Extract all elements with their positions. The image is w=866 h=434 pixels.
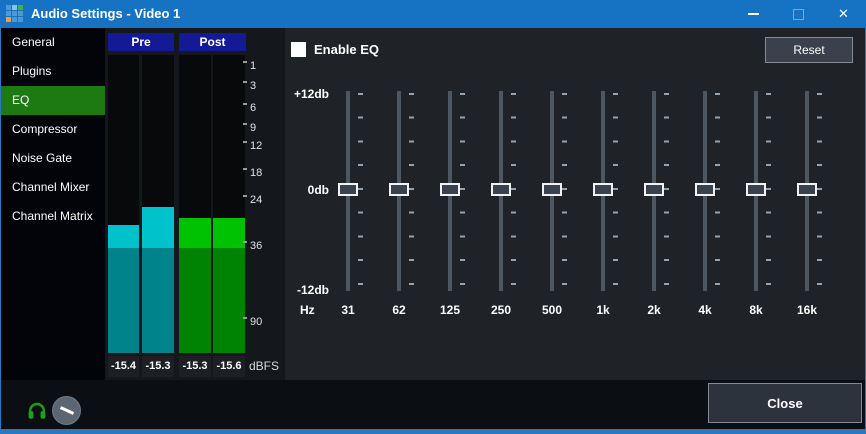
eq-gain-zero-label: 0db	[285, 183, 329, 197]
eq-slider-handle[interactable]	[746, 183, 766, 196]
eq-freq-label: 16k	[792, 303, 822, 317]
footer: Close	[1, 380, 865, 429]
eq-band-slider-16k	[795, 28, 825, 328]
pre-meter-header: Pre	[108, 33, 174, 51]
eq-slider-ticks	[460, 93, 465, 287]
titlebar[interactable]: Audio Settings - Video 1	[0, 0, 866, 28]
eq-band-slider-2k	[642, 28, 672, 328]
post-meter-header: Post	[179, 33, 246, 51]
sidebar-item-noise-gate[interactable]: Noise Gate	[1, 144, 105, 173]
eq-slider-handle[interactable]	[797, 183, 817, 196]
eq-slider-ticks	[511, 93, 516, 287]
eq-band-slider-62	[387, 28, 417, 328]
window-title: Audio Settings - Video 1	[31, 0, 180, 28]
eq-slider-ticks	[358, 93, 363, 287]
eq-freq-label: 62	[384, 303, 414, 317]
meter-reading-pre-right: -15.3	[142, 356, 174, 377]
maximize-button	[776, 0, 821, 28]
sidebar-item-plugins[interactable]: Plugins	[1, 57, 105, 86]
eq-slider-handle[interactable]	[644, 183, 664, 196]
meter-reading-pre-left: -15.4	[108, 356, 139, 377]
eq-band-slider-8k	[744, 28, 774, 328]
eq-panel: Enable EQ Reset +12db 0db -12db Hz	[285, 28, 865, 380]
eq-band-slider-250	[489, 28, 519, 328]
meter-bar-pre-right	[142, 55, 174, 353]
close-window-button[interactable]	[821, 0, 866, 28]
audio-settings-window: Audio Settings - Video 1 General Plugins…	[0, 0, 866, 434]
headphones-icon[interactable]	[27, 401, 47, 421]
meter-panel: Pre Post 1 3 6 9 12 18 24 36 90 -15.4 -1…	[105, 28, 285, 380]
meter-scale-label: 90	[250, 315, 280, 329]
eq-freq-label: 8k	[741, 303, 771, 317]
eq-slider-handle[interactable]	[542, 183, 562, 196]
eq-slider-ticks	[664, 93, 669, 287]
eq-band-slider-1k	[591, 28, 621, 328]
meter-scale-label: 18	[250, 166, 280, 180]
meter-bar-post-right	[213, 55, 245, 353]
sidebar: General Plugins EQ Compressor Noise Gate…	[1, 28, 105, 380]
eq-freq-label: 1k	[588, 303, 618, 317]
meter-bar-pre-left	[108, 55, 139, 353]
eq-slider-ticks	[562, 93, 567, 287]
minimize-button[interactable]	[731, 0, 776, 28]
app-logo-icon	[6, 5, 24, 23]
eq-freq-label: 500	[537, 303, 567, 317]
eq-slider-handle[interactable]	[389, 183, 409, 196]
eq-slider-handle[interactable]	[491, 183, 511, 196]
meter-reading-post-right: -15.6	[213, 356, 245, 377]
meter-reading-post-left: -15.3	[179, 356, 211, 377]
eq-freq-label: 250	[486, 303, 516, 317]
knob-pointer-icon	[53, 397, 80, 424]
eq-slider-handle[interactable]	[338, 183, 358, 196]
eq-freq-label: 4k	[690, 303, 720, 317]
eq-freq-label: 125	[435, 303, 465, 317]
eq-slider-ticks	[715, 93, 720, 287]
meter-scale-label: 36	[250, 239, 280, 253]
meter-scale-label: 24	[250, 193, 280, 207]
eq-slider-ticks	[613, 93, 618, 287]
eq-slider-ticks	[766, 93, 771, 287]
close-icon	[838, 5, 849, 23]
meter-bar-post-left	[179, 55, 211, 353]
eq-gain-max-label: +12db	[285, 87, 329, 101]
sidebar-item-channel-matrix[interactable]: Channel Matrix	[1, 202, 105, 231]
close-button[interactable]: Close	[708, 383, 862, 423]
window-border-left	[0, 28, 1, 429]
eq-slider-handle[interactable]	[440, 183, 460, 196]
minimize-icon	[748, 13, 759, 15]
eq-slider-ticks	[817, 93, 822, 287]
eq-band-slider-31	[336, 28, 366, 328]
meter-scale-label: 9	[250, 121, 280, 135]
eq-slider-handle[interactable]	[593, 183, 613, 196]
sidebar-item-compressor[interactable]: Compressor	[1, 115, 105, 144]
maximize-icon	[793, 9, 804, 20]
enable-eq-checkbox[interactable]	[291, 42, 306, 57]
eq-gain-min-label: -12db	[285, 283, 329, 297]
sidebar-item-eq[interactable]: EQ	[1, 86, 105, 115]
meter-scale-label: 12	[250, 139, 280, 153]
sidebar-item-channel-mixer[interactable]: Channel Mixer	[1, 173, 105, 202]
eq-slider-ticks	[409, 93, 414, 287]
headphone-volume-knob[interactable]	[52, 396, 81, 425]
meter-scale-label: 6	[250, 101, 280, 115]
eq-slider-handle[interactable]	[695, 183, 715, 196]
meter-scale-label: 1	[250, 59, 280, 73]
eq-band-slider-125	[438, 28, 468, 328]
eq-band-slider-4k	[693, 28, 723, 328]
eq-hz-label: Hz	[300, 303, 315, 317]
eq-band-slider-500	[540, 28, 570, 328]
eq-freq-label: 2k	[639, 303, 669, 317]
window-border-bottom	[0, 429, 866, 434]
sidebar-item-general[interactable]: General	[1, 28, 105, 57]
eq-freq-label: 31	[333, 303, 363, 317]
meter-scale-label: 3	[250, 79, 280, 93]
meter-unit-label: dBFS	[249, 359, 279, 373]
